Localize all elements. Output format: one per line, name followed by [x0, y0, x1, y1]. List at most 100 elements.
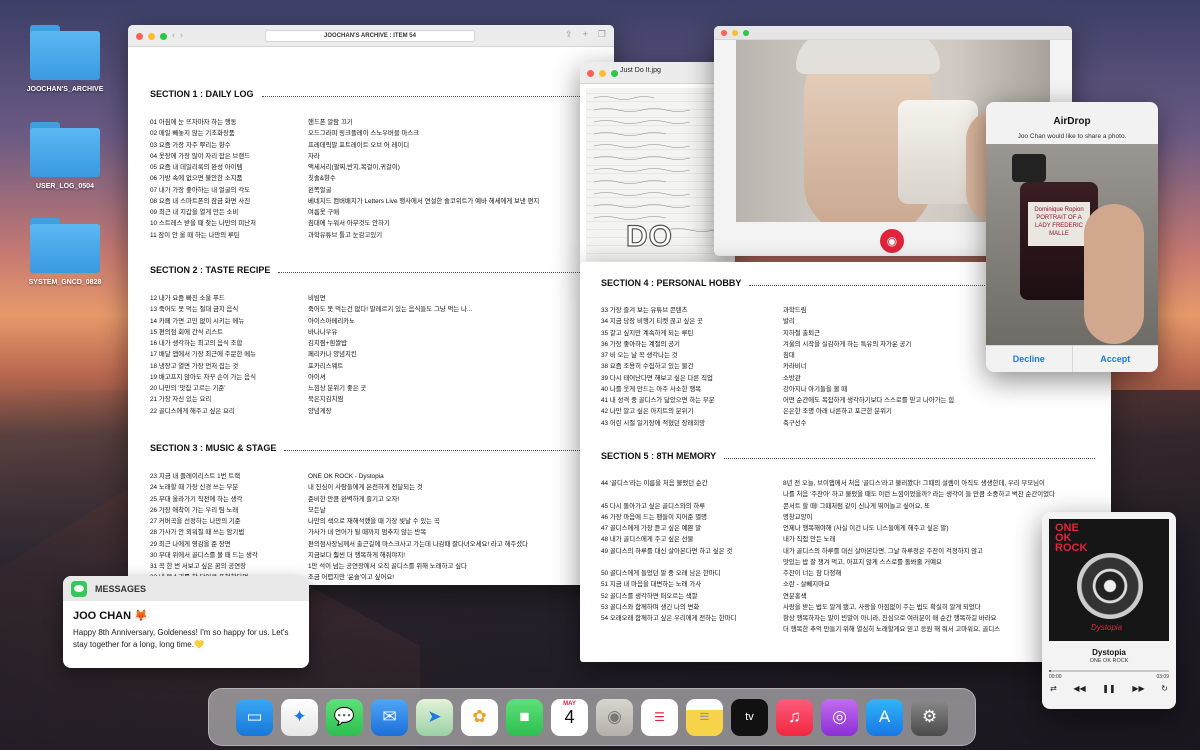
folder-icon [30, 122, 100, 177]
tabs-icon[interactable]: ❐ [598, 29, 606, 40]
question-text: 41 내 성격 중 골디스가 닮았으면 하는 부분 [601, 397, 715, 404]
question-text: 21 가장 자신 있는 요리 [150, 396, 212, 404]
list-item: 47 골디스에게 가장 듣고 싶은 예쁜 말 언제나 행복해야해 (사실 이건 나… [601, 523, 1095, 534]
list-item: 41 내 성격 중 골디스가 닮았으면 하는 부분 어떤 순간에도 복잡하게 생각… [601, 395, 1095, 406]
camera-shutter-icon[interactable]: ◉ [880, 229, 904, 253]
minimize-button[interactable] [732, 30, 738, 36]
zoom-button[interactable] [743, 30, 749, 36]
section-rows: 12 내가 요즘 빠진 소울 푸드 비빔면 13 죽어도 못 먹는 절대 금지 음식… [150, 293, 594, 417]
question-text: 03 요즘 가장 자주 뿌리는 향수 [150, 141, 231, 149]
share-icon[interactable]: ⇪ [565, 29, 573, 40]
accept-button[interactable]: Accept [1073, 346, 1159, 372]
messages-notification[interactable]: MESSAGES JOO CHAN 🦊 Happy 8th Anniversar… [63, 576, 309, 668]
question-text: 04 옷장에 가장 많이 자리 잡은 브랜드 [150, 152, 251, 160]
answer-text: 과학유튜브 틀고 눈감고있기 [308, 231, 383, 239]
repeat-icon[interactable]: ↻ [1161, 684, 1168, 693]
shuffle-icon[interactable]: ⇄ [1050, 684, 1057, 693]
list-item: 39 다시 태어난다면 해보고 싶은 다른 직업 소방관 [601, 373, 1095, 384]
question-text: 27 커버곡을 선정하는 나만의 기준 [150, 518, 241, 525]
desktop-folder-user-log[interactable]: USER_LOG_0504 [30, 122, 100, 190]
answer-text: 액세서리(팔찌,반지,목걸이,귀걸이) [308, 164, 400, 171]
list-item: 나를 처음 '주찬아' 하고 불렀을 때도 이런 느낌이었을까? 라는 생각이 … [601, 489, 1095, 500]
answer-text: 나를 처음 '주찬아' 하고 불렀을 때도 이런 느낌이었을까? 라는 생각이 … [783, 491, 1055, 499]
question-text: 16 내가 생각하는 최고의 음식 조합 [150, 340, 243, 347]
pause-icon[interactable]: ❚❚ [1102, 684, 1115, 693]
remaining-time: 03:09 [1156, 674, 1169, 680]
list-item: 24 노래할 때 가장 신경 쓰는 부분 내 진심이 사람들에게 온전하게 전달되… [150, 482, 594, 493]
address-bar[interactable]: JOOCHAN'S ARCHIVE : ITEM 54 [265, 30, 475, 42]
safari-icon[interactable]: ✦ [281, 698, 318, 736]
finder-folder-icon[interactable]: ▭ [236, 698, 273, 736]
minimize-button[interactable] [599, 70, 606, 77]
album-art: ONE OK ROCK Dystopia [1049, 519, 1169, 641]
answer-text: 바나나우유 [308, 328, 338, 336]
answer-text: 겨울의 시작을 실감하게 하는 특유의 차가운 공기 [783, 340, 912, 348]
decline-button[interactable]: Decline [986, 346, 1073, 372]
note-big-word: DO [625, 219, 673, 253]
question-text: 08 요즘 내 스마트폰의 잠금 화면 사진 [150, 197, 251, 205]
answer-text: 칫솔&향수 [308, 175, 336, 183]
facetime-icon[interactable]: ■ [506, 698, 543, 736]
answer-text: 김치찜+흰쌀밥 [308, 340, 348, 347]
music-icon[interactable]: ♫ [776, 698, 813, 736]
list-item: 45 다시 돌아가고 싶은 골디스와의 하루 콘서트 할 때! 그때처럼 같이 신… [601, 501, 1095, 512]
close-button[interactable] [136, 33, 143, 40]
desktop-folder-archive[interactable]: JOOCHAN'S_ARCHIVE [27, 25, 103, 93]
list-item: 11 잠이 안 올 때 하는 나만의 루틴 과학유튜브 틀고 눈감고있기 [150, 230, 594, 241]
list-item: 25 무대 올라가기 직전에 하는 생각 준비한 만큼 완벽하게 즐기고 오자! [150, 494, 594, 505]
message-sender: JOO CHAN 🦊 [73, 610, 148, 622]
maps-icon[interactable]: ➤ [416, 698, 453, 736]
desktop-folder-system[interactable]: SYSTEM_GNCD_0828 [29, 218, 101, 286]
answer-text: 페리카나 양념치킨 [308, 351, 357, 359]
answer-text: 자라 [308, 152, 320, 160]
zoom-button[interactable] [611, 70, 618, 77]
minimize-button[interactable] [148, 33, 155, 40]
plus-icon[interactable]: + [583, 29, 588, 40]
contacts-icon[interactable]: ◉ [596, 698, 633, 736]
system-preferences-icon[interactable]: ⚙ [911, 698, 948, 736]
calendar-icon[interactable]: MAY 4 [551, 698, 588, 736]
app-store-icon[interactable]: A [866, 698, 903, 736]
answer-text: 편의점사장님께서 출근길에 마스크사고 가는데 나감때 잘다녀오세요! 라고 해… [308, 540, 528, 548]
list-item: 50 골디스에게 들었던 말 중 오래 남은 한마디 주찬이 너는 참 다정해 [601, 568, 1095, 579]
close-button[interactable] [587, 70, 594, 77]
section-rows: 01 아침에 눈 뜨자마자 하는 행동 핸드폰 알람 끄기 02 매일 빼놓지 않는… [150, 117, 594, 241]
notes-icon[interactable]: ≡ [686, 698, 723, 736]
answer-text: 콘서트 할 때! 그때처럼 같이 신나게 뛰어놀고 싶어요, 또 [783, 502, 931, 510]
close-button[interactable] [721, 30, 727, 36]
messages-icon[interactable]: 💬 [326, 698, 363, 736]
answer-text: 항상 행복하자는 말이 빈말이 아니라, 진심으로 여러분이 매 순간 행복하길… [783, 615, 997, 622]
question-text: 26 가장 애착이 가는 우리 팀 노래 [150, 506, 239, 514]
answer-text: 침대에 누워서 아무것도 안하기 [308, 220, 390, 228]
question-text: 29 최근 나에게 영감을 준 장면 [150, 540, 231, 548]
list-item: 52 골디스를 생각하면 떠오르는 색깔 연분홍색 [601, 591, 1095, 602]
photos-icon[interactable]: ✿ [461, 698, 498, 736]
folder-label: SYSTEM_GNCD_0828 [28, 279, 102, 286]
answer-text: 가사가 내 언어가 될 때까지 멈추지 않는 반복 [308, 529, 427, 537]
answer-text: 프레데릭말 포트레이트 오브 어 레이디 [308, 141, 410, 149]
answer-text: 사랑을 받는 법도 알게 됐고, 사랑을 아낌없이 주는 법도 확실히 알게 되… [783, 603, 981, 611]
answer-text: 소방관 [783, 374, 801, 382]
list-item: 30 무대 위에서 골디스를 볼 때 드는 생각 지금보다 훨씬 더 행복하게 해… [150, 550, 594, 561]
list-item: 53 골디스와 함께하며 생긴 나의 변화 사랑을 받는 법도 알게 됐고, 사랑… [601, 602, 1095, 613]
zoom-button[interactable] [160, 33, 167, 40]
apple-tv-icon[interactable]: tv [731, 698, 768, 736]
next-icon[interactable]: ▶▶ [1132, 684, 1144, 693]
list-item: 46 가장 마음에 드는 팬들이 지어준 별명 명창교양이 [601, 512, 1095, 523]
mail-icon[interactable]: ✉ [371, 698, 408, 736]
progress-bar[interactable] [1049, 670, 1169, 672]
messages-app-name: MESSAGES [95, 583, 147, 594]
answer-text: 지하철 출퇴근 [783, 329, 821, 337]
album-art-title: Dystopia [1091, 623, 1123, 632]
archive-window: ‹ › JOOCHAN'S ARCHIVE : ITEM 54 ⇪ + ❐ SECT… [128, 25, 614, 585]
previous-icon[interactable]: ◀◀ [1073, 684, 1085, 693]
folder-label: JOOCHAN'S_ARCHIVE [26, 86, 104, 93]
list-item: 10 스트레스 받을 때 찾는 나만의 피난처 침대에 누워서 아무것도 안하기 [150, 218, 594, 229]
answer-text: 소란 - 살빼지마요 [783, 581, 830, 589]
answer-text: 양념게장 [308, 407, 332, 415]
question-text: 33 가장 즐겨 보는 유튜브 콘텐츠 [601, 307, 688, 314]
list-item: 09 최근 내 지갑을 열게 만든 소비 여름옷 구매 [150, 207, 594, 218]
reminders-icon[interactable]: ☰ [641, 698, 678, 736]
podcasts-icon[interactable]: ◎ [821, 698, 858, 736]
nav-arrows-icon[interactable]: ‹ › [172, 30, 183, 40]
